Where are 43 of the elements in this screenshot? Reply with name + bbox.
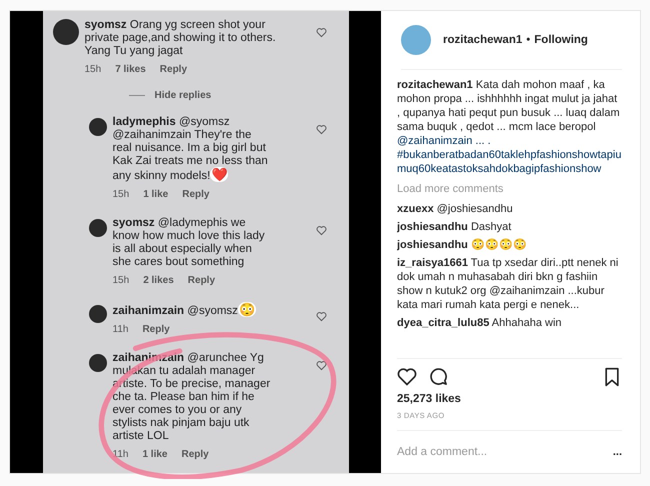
comment-text: iz_raisya1661 Tua tp xsedar diri..ptt nenek ni dok umah n muhasabah diri bkn g fashiin show n kutuk2 org @zaihanimzain ...kubur kata mari rumah kata pergi e nenek... [397,256,620,312]
reply-link[interactable]: Reply [188,275,216,286]
reply-link[interactable]: Reply [181,449,209,460]
likes-count: 25,273 likes [397,393,462,405]
caption-text: rozitachewan1 Kata dah mohon maaf , ka mohon propa ... ishhhhhh ingat mulut ja jahat , qupanya hati pequt pun busuk ... luaq dalam sama buquk , qedot ... mcm lace beropol [397,78,621,134]
likes-count: 2 likes [143,275,174,286]
avatar [88,118,106,136]
comment-text: joshiesandhu 😳😳😳😳 [397,238,528,252]
mention-link[interactable]: @zaihanimzain ... . [397,134,622,148]
more-options-button[interactable]: ... [612,446,622,458]
heart-icon[interactable] [397,367,417,387]
comment-icon[interactable] [429,367,449,387]
comment-time: 11h [112,324,128,335]
comment-input[interactable]: Add a comment... [397,446,613,458]
comment-text: dyea_citra_lulu85 Ahhahaha win [397,316,563,330]
comment-text: ladymephis @syomsz @zaihanimzain They're the real nuisance. Im a big girl but Kak Zai treats me no less than any skinny models!❤ [112,116,269,183]
comment-time: 11h [112,449,128,460]
comment-text: zaihanimzain @arunchee Yg mulakan tu adalah manager artiste. To be precise, manager che ta. Please ban him if he ever comes to you or any stylists nak pinjam baju utk artiste LOL [112,352,272,443]
comment-time: 15h [112,189,130,200]
reply-link[interactable]: Reply [182,189,210,200]
comment-text: joshiesandhu Dashyat [397,220,512,234]
avatar [52,19,78,45]
avatar [88,305,106,323]
likes-count: 1 like [142,449,168,460]
avatar [88,354,106,372]
comment-text: zaihanimzain @syomsz😳 [112,303,257,318]
comment-time: 15h [112,275,130,286]
comment-text: xzuexx @joshiesandhu [397,202,514,216]
comment-text: syomsz @ladymephis we know how much love this lady is all about especially when she cares bout something [112,217,266,269]
username-link[interactable]: rozitachewan1 [443,34,522,46]
divider-line [128,95,144,96]
hashtag-link[interactable]: #bukanberatbadan60taklehpfashionshowtapiumuq60keatastoksahdokbagipfashionshow [397,148,622,176]
reply-link[interactable]: Reply [142,324,170,335]
reply-link[interactable]: Reply [160,64,188,75]
comment-text: syomsz Orang yg screen shot your private page,and showing it to others. Yang Tu yang jagat [84,19,277,58]
comment-time: 15h [84,64,102,75]
following-button[interactable]: Following [534,34,588,46]
likes-count: 1 like [143,189,168,200]
hide-replies-link[interactable]: Hide replies [154,90,212,101]
likes-count: 7 likes [115,64,146,75]
separator-dot: • [526,34,530,46]
load-more-link[interactable]: Load more comments [397,182,622,196]
avatar [88,219,106,237]
